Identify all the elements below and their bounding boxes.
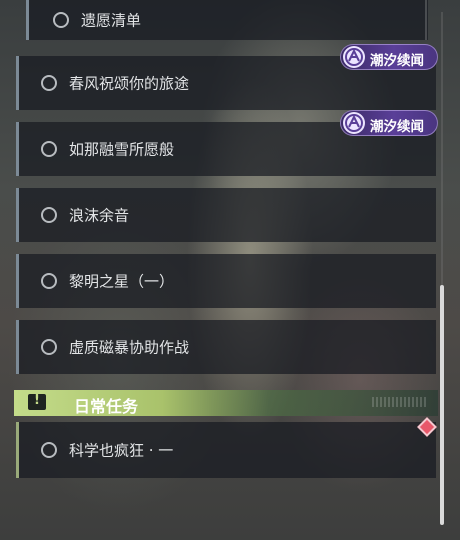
scrollbar-thumb[interactable] — [440, 285, 444, 525]
badge-label: 潮汐续闻 — [370, 53, 424, 69]
tidal-event-badge: 潮汐续闻 — [340, 110, 438, 136]
quest-label: 遗愿清单 — [81, 11, 142, 30]
tidal-event-icon — [343, 112, 365, 134]
quest-status-circle-icon — [53, 12, 69, 28]
quest-status-circle-icon — [41, 442, 57, 458]
daily-quest-section-header[interactable]: ! 日常任务 — [14, 390, 438, 416]
quest-status-circle-icon — [41, 273, 57, 289]
quest-label: 春风祝颂你的旅途 — [69, 74, 190, 93]
quest-label: 黎明之星（一） — [69, 272, 175, 291]
tidal-event-badge: 潮汐续闻 — [340, 44, 438, 70]
quest-item-3[interactable]: 浪沫余音 — [16, 188, 436, 242]
quest-label: 如那融雪所愿般 — [69, 140, 175, 159]
daily-quest-item-0[interactable]: 科学也疯狂 · 一 — [16, 422, 436, 478]
quest-status-circle-icon — [41, 141, 57, 157]
quest-item-5[interactable]: 虚质磁暴协助作战 — [16, 320, 436, 374]
section-title: 日常任务 — [74, 397, 139, 416]
quest-item-4[interactable]: 黎明之星（一） — [16, 254, 436, 308]
badge-label: 潮汐续闻 — [370, 119, 424, 135]
tidal-event-icon — [343, 46, 365, 68]
quest-status-circle-icon — [41, 339, 57, 355]
quest-label: 科学也疯狂 · 一 — [69, 441, 174, 460]
quest-status-circle-icon — [41, 75, 57, 91]
quest-status-circle-icon — [41, 207, 57, 223]
decorative-stripes — [372, 397, 428, 407]
scroll-edge — [425, 0, 427, 40]
quest-label: 虚质磁暴协助作战 — [69, 338, 190, 357]
quest-item-0[interactable]: 遗愿清单 — [26, 0, 428, 40]
quest-label: 浪沫余音 — [69, 206, 130, 225]
exclamation-icon: ! — [28, 393, 46, 410]
